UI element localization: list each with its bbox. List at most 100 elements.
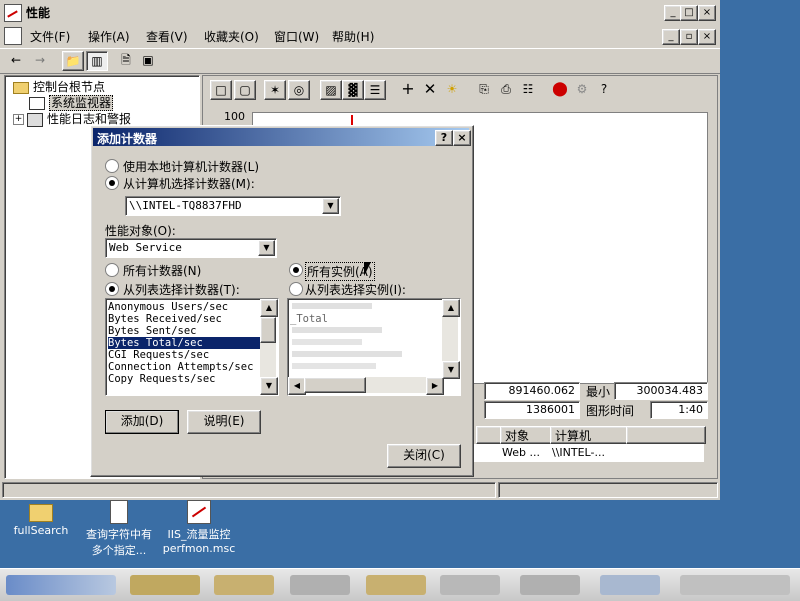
desktop-icon-label: 查询字符中有 (86, 528, 152, 541)
add-button[interactable]: 添加(D) (105, 410, 179, 434)
up-folder-icon[interactable]: 📁 (62, 51, 84, 71)
paste-counter-list-icon[interactable]: ⎙ (496, 80, 516, 98)
instance-list-vscrollbar[interactable]: ▲ ▼ (442, 299, 460, 379)
menu-app-icon[interactable] (4, 27, 22, 45)
blurred-instance (292, 303, 372, 309)
help-icon[interactable]: ? (594, 80, 614, 98)
mdi-close-button[interactable]: × (698, 29, 716, 45)
menu-help[interactable]: 帮助(H) (332, 28, 374, 45)
list-item[interactable]: Connection Attempts/sec (108, 361, 253, 373)
view-histogram-icon[interactable]: ▓ (342, 80, 364, 100)
desktop-icon-fullsearch[interactable]: fullSearch (2, 500, 80, 537)
radio-select-computer[interactable] (105, 176, 119, 190)
delete-counter-icon[interactable]: ✕ (420, 80, 440, 98)
tree-item-system-monitor[interactable]: 系统监视器 (29, 94, 114, 111)
tree-item-root[interactable]: 控制台根节点 (13, 78, 105, 95)
radio-all-counters[interactable] (105, 263, 119, 277)
perf-object-value: Web Service (109, 241, 182, 254)
scroll-up-icon[interactable]: ▲ (260, 299, 278, 317)
list-item[interactable]: Copy Requests/sec (108, 373, 215, 385)
list-item-selected[interactable]: Bytes Total/sec (108, 337, 260, 349)
dialog-help-button[interactable]: ? (435, 130, 453, 146)
desktop-icon-label-2: 多个指定... (91, 544, 147, 557)
desktop-icon-query[interactable]: 查询字符中有 多个指定... (80, 500, 158, 558)
window-titlebar[interactable]: 性能 _ □ × (0, 0, 720, 24)
instance-listbox[interactable]: _Total ▲ ▼ ◀ ▶ (287, 298, 461, 396)
menu-action[interactable]: 操作(A) (88, 28, 130, 45)
folder-icon (29, 504, 53, 522)
explain-button[interactable]: 说明(E) (187, 410, 261, 434)
menu-file[interactable]: 文件(F) (30, 28, 70, 45)
scroll-down-icon[interactable]: ▼ (442, 361, 460, 379)
radio-select-counters[interactable] (105, 282, 119, 296)
copy-properties-icon[interactable]: ⎘ (474, 80, 494, 98)
mdi-restore-button[interactable]: ▫ (680, 29, 698, 45)
scroll-thumb[interactable] (260, 317, 276, 343)
help-pane-icon[interactable]: ▣ (138, 51, 158, 69)
taskbar-item[interactable] (520, 575, 580, 595)
legend-header-object[interactable]: 对象 (500, 426, 552, 444)
menu-view[interactable]: 查看(V) (146, 28, 188, 45)
taskbar-item[interactable] (214, 575, 274, 595)
menu-favorites[interactable]: 收藏夹(O) (204, 28, 259, 45)
taskbar-item[interactable] (600, 575, 660, 595)
expand-icon[interactable]: + (13, 114, 24, 125)
view-report-icon[interactable]: ☰ (364, 80, 386, 100)
properties-icon[interactable]: 🗎 (116, 51, 136, 69)
computer-combobox[interactable]: \\INTEL-TQ8837FHD ▼ (125, 196, 341, 216)
log-data-icon[interactable]: ◎ (288, 80, 310, 100)
tree-root-label: 控制台根节点 (33, 80, 106, 94)
taskbar-item[interactable] (6, 575, 116, 595)
counter-list-scrollbar[interactable]: ▲ ▼ (260, 299, 278, 395)
logs-icon (27, 112, 43, 127)
freeze-display-icon[interactable]: ⬤ (550, 80, 570, 98)
back-arrow-icon[interactable]: ← (6, 51, 26, 69)
mouse-cursor-icon (364, 262, 371, 276)
forward-arrow-icon[interactable]: → (30, 51, 50, 69)
chevron-down-icon[interactable]: ▼ (258, 240, 275, 256)
radio-local-computer[interactable] (105, 159, 119, 173)
desktop-icon-iis-monitor[interactable]: IIS_流量监控 perfmon.msc (160, 500, 238, 555)
dialog-titlebar[interactable]: 添加计数器 ? × (93, 128, 471, 146)
current-activity-icon[interactable]: ✶ (264, 80, 286, 100)
instance-list-hscrollbar[interactable]: ◀ ▶ (288, 377, 444, 395)
document-icon (110, 500, 128, 524)
legend-header-cell[interactable] (476, 426, 502, 444)
legend-row-object[interactable]: Web ... (502, 446, 540, 459)
show-tree-icon[interactable]: ▥ (86, 51, 108, 71)
radio-select-instances[interactable] (289, 282, 303, 296)
highlight-icon[interactable]: ☀ (442, 80, 462, 98)
chevron-down-icon[interactable]: ▼ (322, 198, 339, 214)
radio-all-instances[interactable] (289, 263, 303, 277)
menu-window[interactable]: 窗口(W) (274, 28, 319, 45)
perf-object-combobox[interactable]: Web Service ▼ (105, 238, 277, 258)
legend-header-computer[interactable]: 计算机 (550, 426, 628, 444)
scroll-thumb[interactable] (304, 377, 366, 393)
update-data-icon[interactable]: ⚙ (572, 80, 592, 98)
taskbar-item[interactable] (290, 575, 350, 595)
add-counter-icon[interactable]: + (398, 80, 418, 98)
list-item[interactable]: Bytes Received/sec (108, 313, 222, 325)
list-item[interactable]: CGI Requests/sec (108, 349, 209, 361)
list-item[interactable]: Bytes Sent/sec (108, 325, 197, 337)
taskbar-item[interactable] (440, 575, 500, 595)
properties-icon[interactable]: ☷ (518, 80, 538, 98)
maximize-button[interactable]: □ (680, 5, 698, 21)
clear-display-icon[interactable]: ▢ (234, 80, 256, 100)
dialog-close-x-button[interactable]: × (453, 130, 471, 146)
counter-listbox[interactable]: Anonymous Users/sec Bytes Received/sec B… (105, 298, 279, 396)
taskbar-item[interactable] (130, 575, 200, 595)
close-button[interactable]: × (698, 5, 716, 21)
scroll-right-icon[interactable]: ▶ (426, 377, 444, 395)
legend-row-computer[interactable]: \\INTEL-... (552, 446, 605, 459)
scroll-down-icon[interactable]: ▼ (260, 377, 278, 395)
close-button[interactable]: 关闭(C) (387, 444, 461, 468)
new-counter-set-icon[interactable]: □ (210, 80, 232, 100)
taskbar-item[interactable] (366, 575, 426, 595)
scroll-up-icon[interactable]: ▲ (442, 299, 460, 317)
list-item[interactable]: _Total (290, 313, 328, 325)
list-item[interactable]: Anonymous Users/sec (108, 301, 228, 313)
view-graph-icon[interactable]: ▨ (320, 80, 342, 100)
monitor-icon (29, 97, 45, 110)
mdi-minimize-button[interactable]: _ (662, 29, 680, 45)
